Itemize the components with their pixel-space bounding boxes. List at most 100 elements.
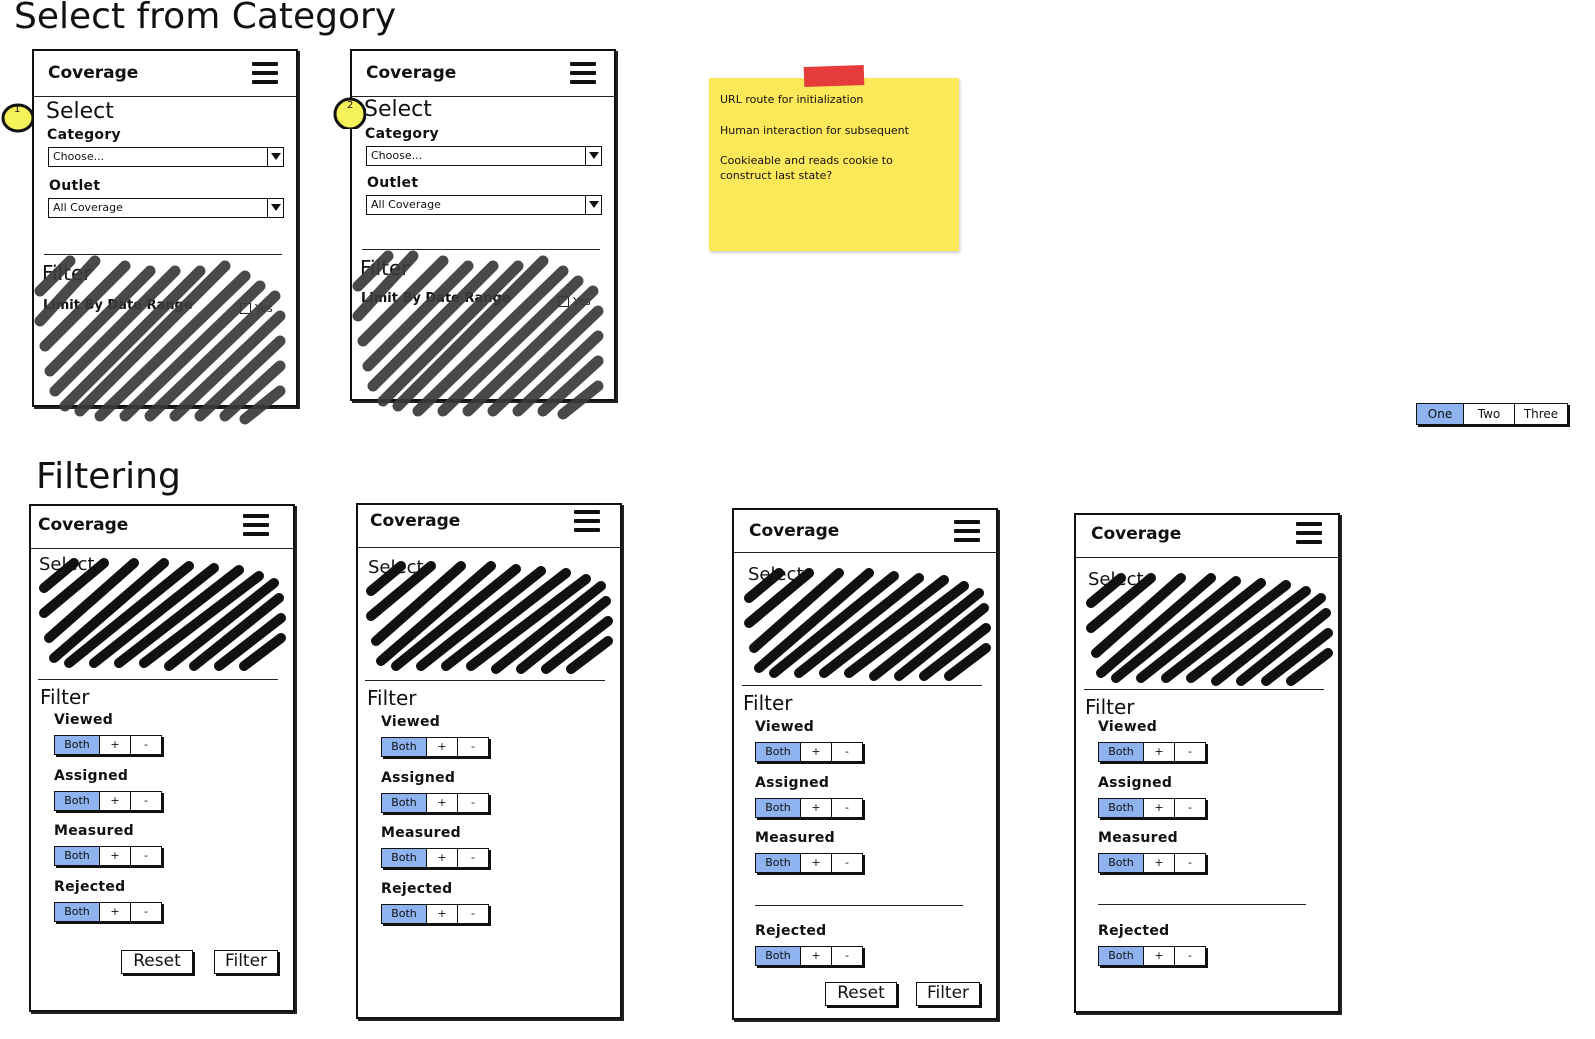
category-label: Category xyxy=(47,127,121,143)
select-heading: Select xyxy=(364,97,432,122)
minus-option[interactable]: - xyxy=(1174,854,1205,872)
dropdown-arrow-icon xyxy=(585,196,601,214)
plus-option[interactable]: + xyxy=(426,794,457,812)
plus-option[interactable]: + xyxy=(1143,947,1174,965)
both-option[interactable]: Both xyxy=(1099,854,1143,872)
plus-option[interactable]: + xyxy=(1143,799,1174,817)
minus-option[interactable]: - xyxy=(130,736,161,754)
scribble-redaction xyxy=(1086,573,1333,686)
both-option[interactable]: Both xyxy=(756,854,800,872)
segment-one[interactable]: One xyxy=(1417,404,1463,424)
phone-mockup-select-1: Coverage Select Category Choose... Outle… xyxy=(32,49,298,425)
app-title: Coverage xyxy=(366,63,457,83)
rejected-label: Rejected xyxy=(755,923,827,939)
hamburger-menu-icon[interactable] xyxy=(954,520,980,542)
minus-option[interactable]: - xyxy=(457,794,488,812)
hamburger-menu-icon[interactable] xyxy=(574,510,600,532)
sticky-note-line: Cookieable and reads cookie to construct… xyxy=(720,154,893,182)
phone-header: Coverage xyxy=(734,510,996,553)
minus-option[interactable]: - xyxy=(831,799,862,817)
plus-option[interactable]: + xyxy=(800,799,831,817)
category-dropdown[interactable]: Choose... xyxy=(366,146,602,166)
phone-mockup-filter-4: Coverage Select Filter Viewed Both + - A… xyxy=(1074,513,1340,1013)
rejected-toggle: Both + - xyxy=(381,904,489,924)
minus-option[interactable]: - xyxy=(457,905,488,923)
measured-toggle: Both + - xyxy=(381,848,489,868)
outlet-dropdown[interactable]: All Coverage xyxy=(48,198,284,218)
reset-button[interactable]: Reset xyxy=(121,950,193,974)
both-option[interactable]: Both xyxy=(382,794,426,812)
both-option[interactable]: Both xyxy=(382,738,426,756)
minus-option[interactable]: - xyxy=(130,847,161,865)
minus-option[interactable]: - xyxy=(1174,799,1205,817)
plus-option[interactable]: + xyxy=(1143,743,1174,761)
hamburger-menu-icon[interactable] xyxy=(570,62,596,84)
scribble-redaction xyxy=(744,568,991,681)
hamburger-menu-icon[interactable] xyxy=(252,62,278,84)
both-option[interactable]: Both xyxy=(756,947,800,965)
plus-option[interactable]: + xyxy=(99,792,130,810)
minus-option[interactable]: - xyxy=(457,738,488,756)
minus-option[interactable]: - xyxy=(1174,947,1205,965)
plus-option[interactable]: + xyxy=(426,905,457,923)
minus-option[interactable]: - xyxy=(130,903,161,921)
hamburger-menu-icon[interactable] xyxy=(1296,522,1322,544)
plus-option[interactable]: + xyxy=(800,743,831,761)
select-heading: Select xyxy=(46,99,114,124)
both-option[interactable]: Both xyxy=(756,743,800,761)
plus-option[interactable]: + xyxy=(99,847,130,865)
filter-button[interactable]: Filter xyxy=(214,950,278,974)
plus-option[interactable]: + xyxy=(800,947,831,965)
both-option[interactable]: Both xyxy=(55,736,99,754)
plus-option[interactable]: + xyxy=(99,903,130,921)
outlet-label: Outlet xyxy=(49,178,101,194)
plus-option[interactable]: + xyxy=(426,738,457,756)
viewed-label: Viewed xyxy=(1098,719,1158,735)
both-option[interactable]: Both xyxy=(756,799,800,817)
minus-option[interactable]: - xyxy=(831,854,862,872)
viewed-toggle: Both + - xyxy=(755,742,863,762)
filter-button[interactable]: Filter xyxy=(916,982,980,1006)
tape-icon xyxy=(803,64,865,88)
measured-label: Measured xyxy=(54,823,134,839)
viewed-label: Viewed xyxy=(54,712,114,728)
assigned-toggle: Both + - xyxy=(381,793,489,813)
rejected-toggle: Both + - xyxy=(1098,946,1206,966)
assigned-label: Assigned xyxy=(54,768,129,784)
both-option[interactable]: Both xyxy=(55,847,99,865)
both-option[interactable]: Both xyxy=(382,905,426,923)
reset-button[interactable]: Reset xyxy=(825,982,897,1006)
section-title-select: Select from Category xyxy=(14,0,397,37)
category-value: Choose... xyxy=(53,150,105,163)
segment-two[interactable]: Two xyxy=(1463,404,1514,424)
category-dropdown[interactable]: Choose... xyxy=(48,147,284,167)
phone-mockup-select-2: Coverage Select Category Choose... Outle… xyxy=(350,49,616,420)
phone-mockup-filter-2: Coverage Select Filter Viewed Both + - A… xyxy=(356,503,622,1019)
rejected-label: Rejected xyxy=(381,881,453,897)
hamburger-menu-icon[interactable] xyxy=(243,514,269,536)
outlet-dropdown[interactable]: All Coverage xyxy=(366,195,602,215)
app-title: Coverage xyxy=(370,511,461,531)
filter-heading: Filter xyxy=(40,685,90,709)
minus-option[interactable]: - xyxy=(1174,743,1205,761)
both-option[interactable]: Both xyxy=(1099,947,1143,965)
filter-heading: Filter xyxy=(1085,695,1135,719)
minus-option[interactable]: - xyxy=(130,792,161,810)
outlet-value: All Coverage xyxy=(53,201,123,214)
both-option[interactable]: Both xyxy=(55,903,99,921)
both-option[interactable]: Both xyxy=(1099,799,1143,817)
plus-option[interactable]: + xyxy=(99,736,130,754)
viewed-label: Viewed xyxy=(755,719,815,735)
scribble-redaction xyxy=(34,255,286,425)
section-title-filtering: Filtering xyxy=(36,456,181,497)
minus-option[interactable]: - xyxy=(457,849,488,867)
both-option[interactable]: Both xyxy=(382,849,426,867)
plus-option[interactable]: + xyxy=(800,854,831,872)
minus-option[interactable]: - xyxy=(831,743,862,761)
plus-option[interactable]: + xyxy=(1143,854,1174,872)
segment-three[interactable]: Three xyxy=(1514,404,1567,424)
both-option[interactable]: Both xyxy=(55,792,99,810)
both-option[interactable]: Both xyxy=(1099,743,1143,761)
plus-option[interactable]: + xyxy=(426,849,457,867)
minus-option[interactable]: - xyxy=(831,947,862,965)
